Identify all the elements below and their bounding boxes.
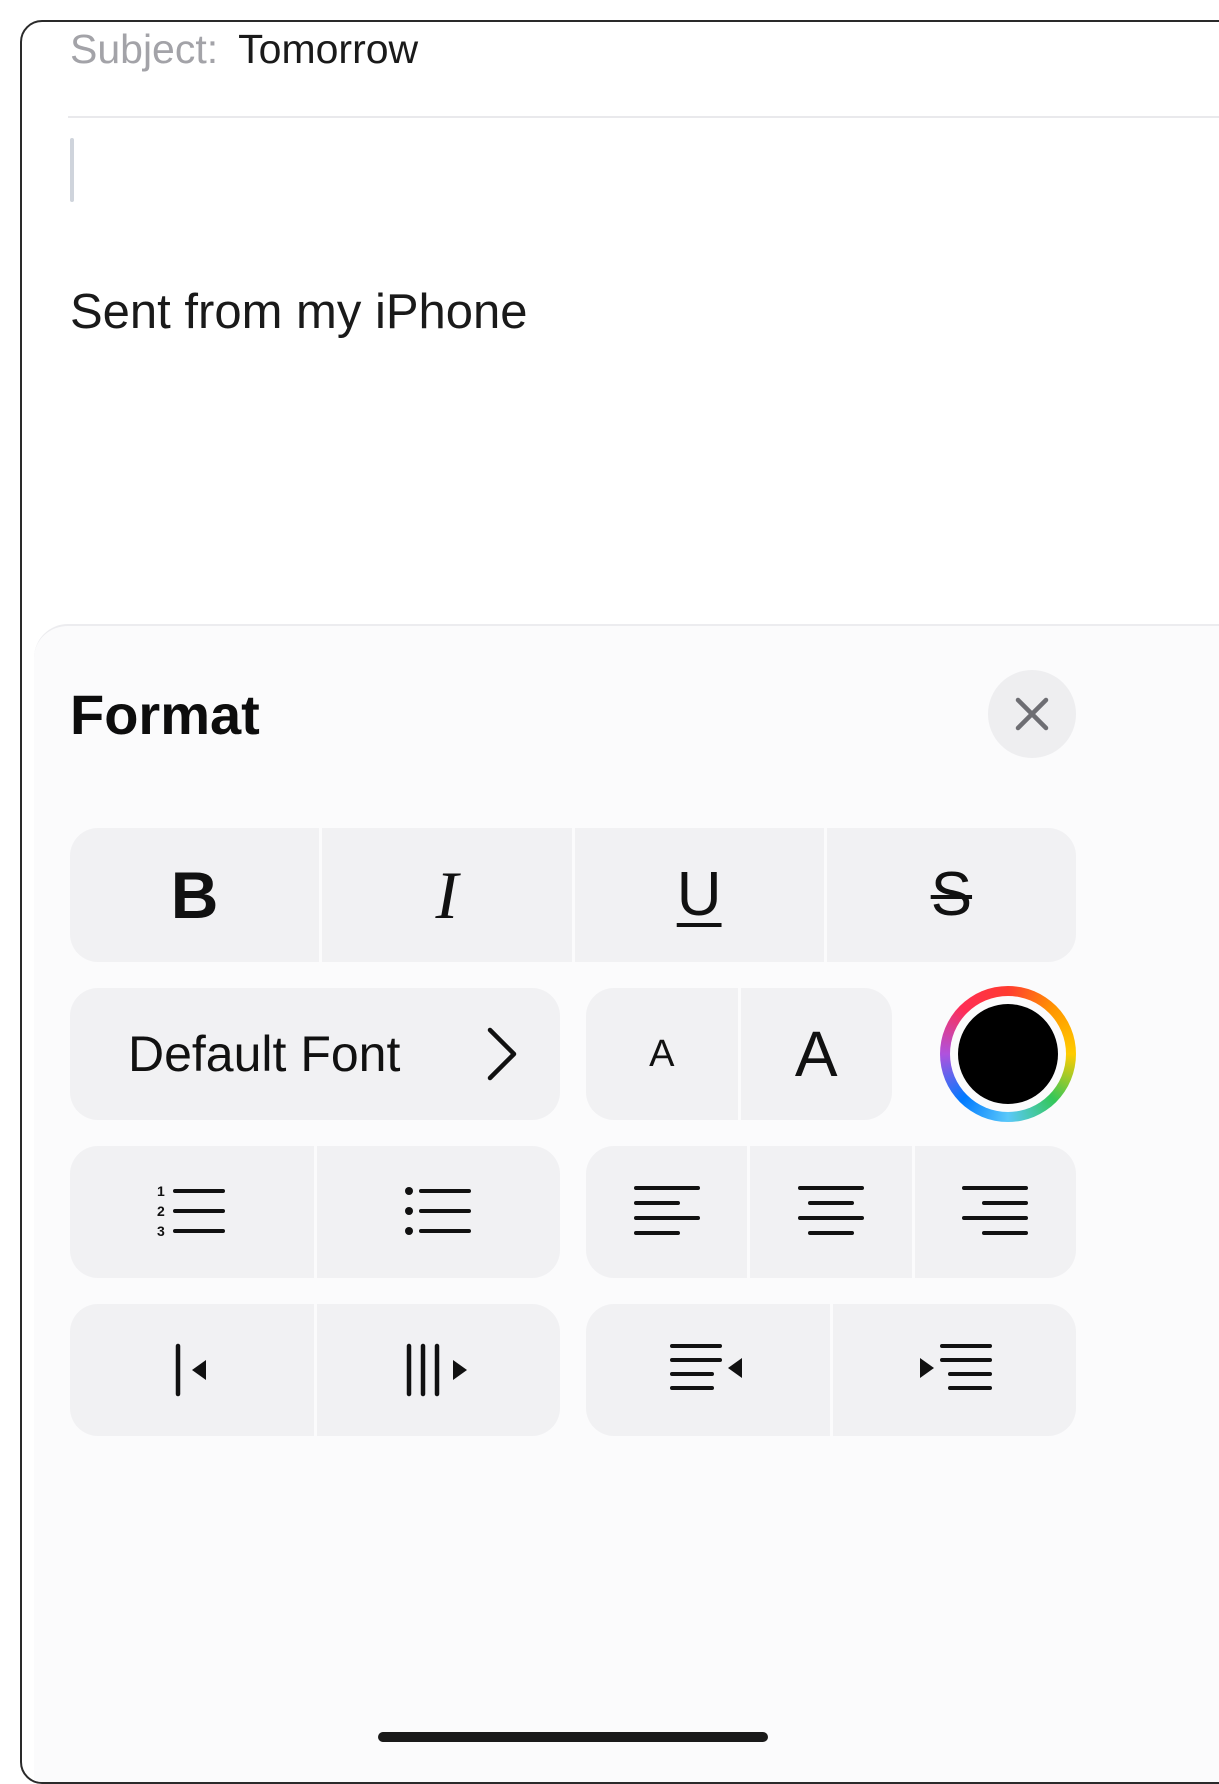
numbered-list-icon: 1 2 3 [157,1183,225,1239]
default-font-button[interactable]: Default Font [70,988,560,1120]
decrease-indent-icon [669,1344,742,1390]
header-divider [68,116,1219,118]
xmark-icon [1015,697,1049,731]
mail-compose-window: Subject: Tomorrow Sent from my iPhone Fo… [20,20,1219,1784]
italic-label: I [435,857,459,933]
text-cursor [70,138,74,202]
svg-text:2: 2 [157,1203,165,1219]
chevron-right-icon [487,1027,517,1081]
italic-button[interactable]: I [322,828,575,962]
color-ring-gap [950,996,1066,1112]
increase-indent-icon [920,1344,993,1390]
align-left-button[interactable] [586,1146,751,1278]
decrease-indent-button[interactable] [586,1304,833,1436]
bold-label: B [170,858,219,932]
strikethrough-label: S [930,860,973,929]
format-panel: Format B I U S Default Font A A 1 2 3 [34,624,1219,1782]
svg-text:3: 3 [157,1223,165,1239]
close-format-button[interactable] [988,670,1076,758]
align-center-button[interactable] [750,1146,915,1278]
text-style-group: B I U S [70,828,1076,962]
increase-font-size-button[interactable]: A [741,988,893,1120]
svg-text:1: 1 [157,1183,165,1199]
increase-list-indent-button[interactable] [317,1304,561,1436]
decrease-list-indent-button[interactable] [70,1304,317,1436]
increase-list-indent-icon [407,1343,468,1397]
bold-button[interactable]: B [70,828,323,962]
list-style-group: 1 2 3 [70,1146,560,1278]
home-indicator [378,1732,768,1742]
list-indent-group [70,1304,560,1436]
format-panel-title: Format [70,683,260,746]
bulleted-list-icon [405,1187,472,1235]
numbered-list-button[interactable]: 1 2 3 [70,1146,317,1278]
alignment-group [586,1146,1076,1278]
strikethrough-button[interactable]: S [827,828,1076,962]
large-a-label: A [794,1018,838,1090]
message-body-signature[interactable]: Sent from my iPhone [70,284,528,340]
text-color-swatch [958,1004,1058,1104]
subject-field[interactable]: Subject: Tomorrow [70,22,418,76]
decrease-list-indent-icon [175,1343,206,1397]
text-color-button[interactable] [940,986,1076,1122]
subject-label: Subject: [70,25,219,72]
decrease-font-size-button[interactable]: A [586,988,741,1120]
underline-button[interactable]: U [575,828,827,962]
align-right-icon [962,1186,1029,1235]
font-label: Default Font [128,1026,401,1082]
align-center-icon [797,1186,864,1235]
block-indent-group [586,1304,1076,1436]
underline-label: U [676,860,722,929]
align-left-icon [633,1186,700,1235]
increase-indent-button[interactable] [833,1304,1077,1436]
align-right-button[interactable] [915,1146,1076,1278]
small-a-label: A [649,1033,675,1075]
font-size-group: A A [586,988,892,1120]
subject-value[interactable]: Tomorrow [238,26,418,73]
bulleted-list-button[interactable] [317,1146,561,1278]
